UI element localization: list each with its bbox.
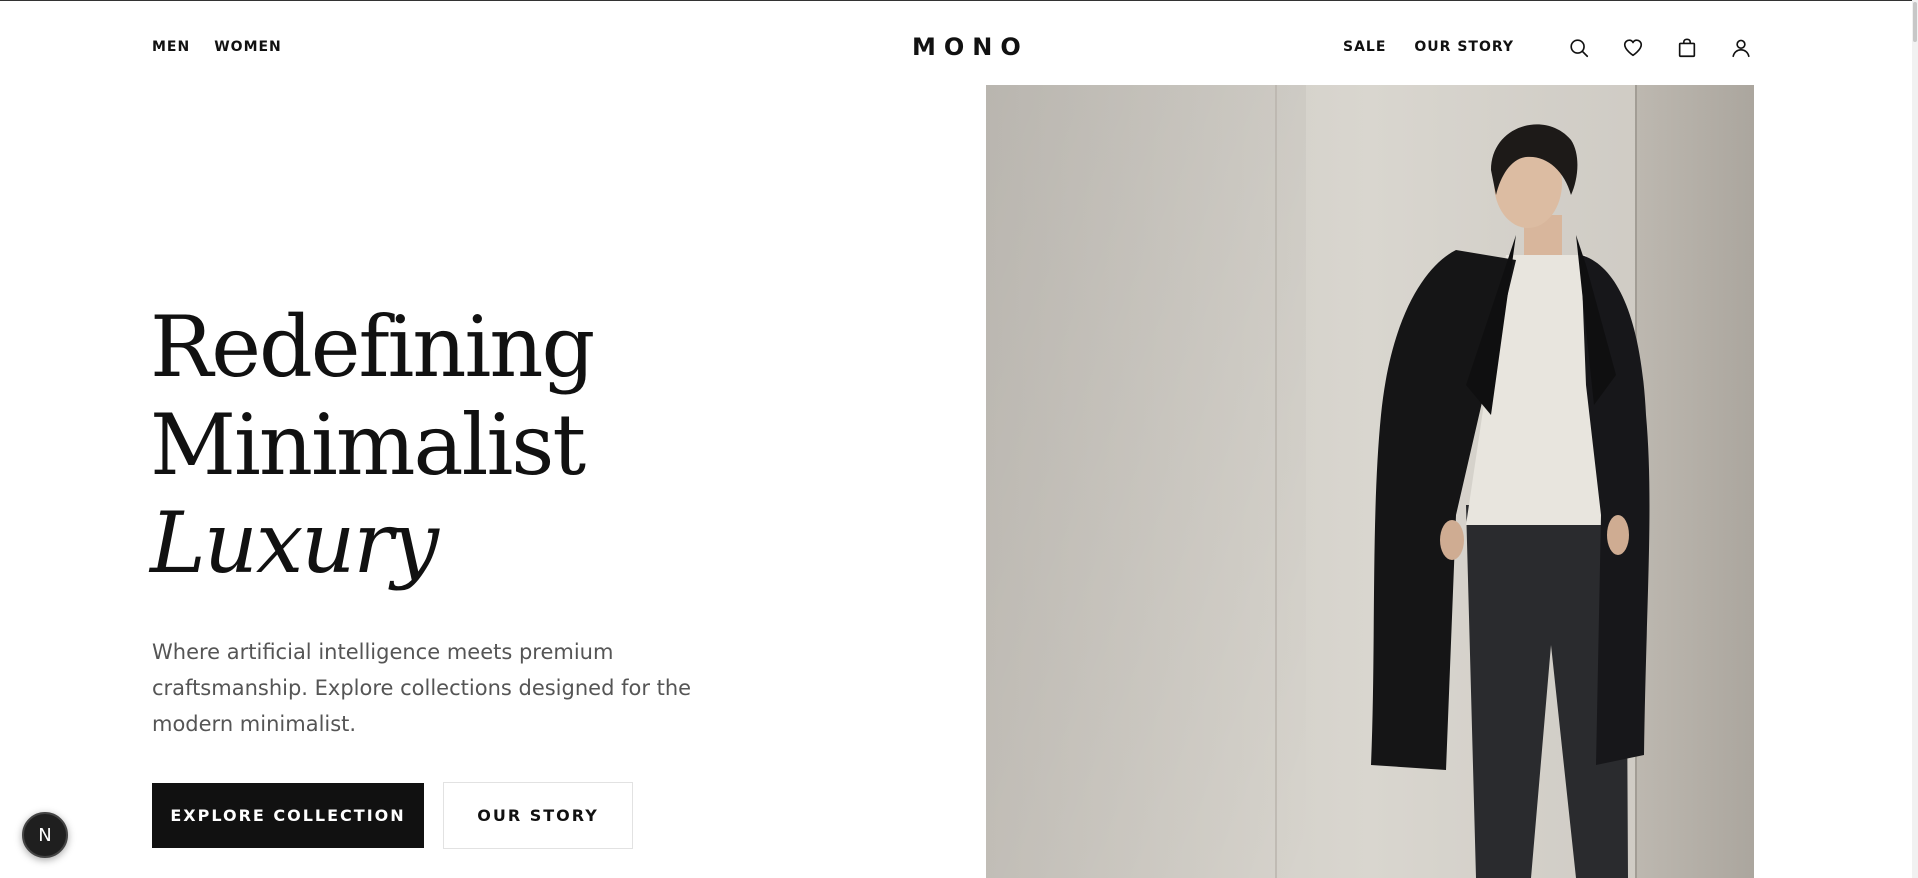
scrollbar-thumb[interactable] <box>1913 2 1917 42</box>
hero-image <box>986 85 1754 878</box>
nav-link-sale[interactable]: SALE <box>1343 39 1386 55</box>
nav-link-our-story[interactable]: OUR STORY <box>1414 39 1514 55</box>
hero-subtitle: Where artificial intelligence meets prem… <box>152 640 692 736</box>
primary-nav-right: SALE OUR STORY <box>1343 39 1514 55</box>
user-icon[interactable] <box>1730 37 1752 59</box>
dev-tools-badge[interactable]: N <box>22 812 68 858</box>
shopping-bag-icon[interactable] <box>1676 37 1698 59</box>
our-story-button[interactable]: OUR STORY <box>443 782 633 849</box>
search-icon[interactable] <box>1568 37 1590 59</box>
primary-nav-left: MEN WOMEN <box>152 39 282 55</box>
heart-icon[interactable] <box>1622 37 1644 59</box>
scrollbar-track[interactable] <box>1912 0 1918 878</box>
nav-link-women[interactable]: WOMEN <box>214 39 282 55</box>
hero-title-line-3: Luxury <box>150 494 439 592</box>
nav-link-men[interactable]: MEN <box>152 39 190 55</box>
hero-title-line-1: Redefining <box>150 298 595 396</box>
hero-title: Redefining Minimalist Luxury <box>150 298 595 592</box>
explore-collection-button[interactable]: EXPLORE COLLECTION <box>152 783 424 848</box>
brand-logo[interactable]: MONO <box>912 33 1029 61</box>
header-icons <box>1568 37 1752 59</box>
hero-title-line-2: Minimalist <box>150 396 586 494</box>
site-header: MEN WOMEN MONO SALE OUR STORY <box>0 1 1918 85</box>
